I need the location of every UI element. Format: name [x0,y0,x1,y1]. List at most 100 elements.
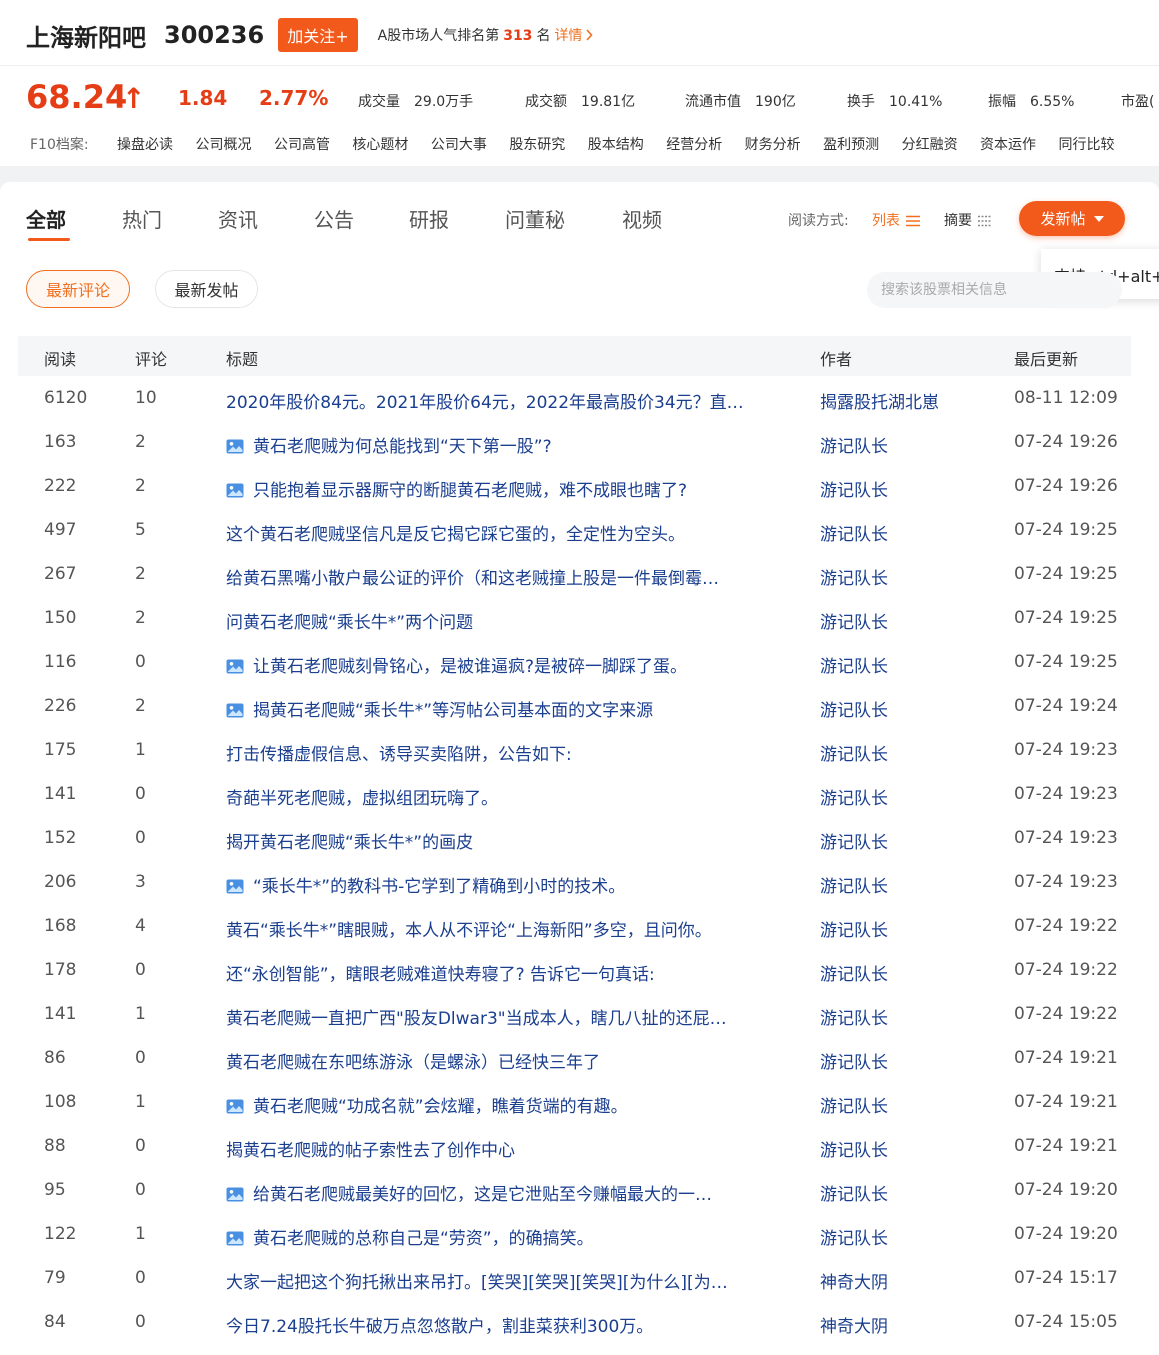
author-link[interactable]: 揭露股托湖北崽 [820,388,939,413]
post-title-link[interactable]: 揭开黄石老爬贼“乘长牛*”的画皮 [226,828,794,853]
post-title-link[interactable]: 还“永创智能”，瞎眼老贼难道快寿寝了? 告诉它一句真话: [226,960,794,985]
read-count: 267 [44,564,77,584]
post-title-link[interactable]: 黄石老爬贼为何总能找到“天下第一股”? [226,432,794,457]
header-divider [0,65,1159,66]
post-title-link[interactable]: 打击传播虚假信息、诱导买卖陷阱，公告如下: [226,740,794,765]
f10-link[interactable]: 公司大事 [431,137,487,153]
post-title-text: “乘长牛*”的教科书-它学到了精确到小时的技术。 [253,877,626,897]
post-title-link[interactable]: 黄石老爬贼的总称自己是“劳资”，的确搞笑。 [226,1224,794,1249]
updated-time: 07-24 19:21 [1014,1092,1118,1112]
f10-link[interactable]: 同行比较 [1058,137,1114,153]
author-link[interactable]: 游记队长 [820,1092,888,1117]
detail-label: 详情 [554,28,583,44]
author-link[interactable]: 游记队长 [820,740,888,765]
author-link[interactable]: 游记队长 [820,1136,888,1161]
author-link[interactable]: 游记队长 [820,828,888,853]
read-count: 152 [44,828,77,848]
post-title-link[interactable]: 奇葩半死老爬贼，虚拟组团玩嗨了。 [226,784,794,809]
image-icon [226,439,244,454]
read-count: 497 [44,520,77,540]
author-link[interactable]: 游记队长 [820,784,888,809]
tab-video[interactable]: 视频 [622,204,662,233]
table-row: 206 3 “乘长牛*”的教科书-它学到了精确到小时的技术。 游记队长 07-24 19… [0,860,1159,904]
f10-link[interactable]: 分红融资 [902,137,958,153]
updated-time: 07-24 19:25 [1014,608,1118,628]
author-link[interactable]: 游记队长 [820,1224,888,1249]
new-post-button[interactable]: 发新帖 [1019,201,1125,236]
bar-name[interactable]: 上海新阳吧 [26,18,146,53]
read-mode-list[interactable]: 列表 [872,210,920,230]
author-link[interactable]: 游记队长 [820,476,888,501]
updated-time: 07-24 19:25 [1014,520,1118,540]
post-title-link[interactable]: 今日7.24股托长牛破万点忽悠散户，割韭菜获利300万。 [226,1312,794,1337]
f10-link[interactable]: 公司概况 [196,137,252,153]
tab-research[interactable]: 研报 [409,204,449,233]
table-row: 175 1 打击传播虚假信息、诱导买卖陷阱，公告如下: 游记队长 07-24 19:23 [0,728,1159,772]
post-title-link[interactable]: 揭黄石老爬贼的帖子索性去了创作中心 [226,1136,794,1161]
read-mode-label: 阅读方式: [788,213,849,229]
post-title-link[interactable]: 给黄石老爬贼最美好的回忆，这是它泄贴至今赚幅最大的一… [226,1180,794,1205]
table-row: 84 0 今日7.24股托长牛破万点忽悠散户，割韭菜获利300万。 神奇大阴 07-24… [0,1300,1159,1344]
table-row: 79 0 大家一起把这个狗托揪出来吊打。[笑哭][笑哭][笑哭][为什么][为… 神奇… [0,1256,1159,1300]
post-title-link[interactable]: 2020年股价84元。2021年股价64元，2022年最高股价34元？直… [226,388,794,413]
post-title-link[interactable]: “乘长牛*”的教科书-它学到了精确到小时的技术。 [226,872,794,897]
author-link[interactable]: 游记队长 [820,564,888,589]
post-title-link[interactable]: 只能抱着显示器厮守的断腿黄石老爬贼，难不成眼也瞎了? [226,476,794,501]
author-link[interactable]: 游记队长 [820,696,888,721]
read-count: 122 [44,1224,77,1244]
author-link[interactable]: 游记队长 [820,916,888,941]
f10-link[interactable]: 操盘必读 [117,137,173,153]
post-title-link[interactable]: 黄石老爬贼在东吧练游泳（是螺泳）已经快三年了 [226,1048,794,1073]
image-icon [226,483,244,498]
author-link[interactable]: 游记队长 [820,1048,888,1073]
tab-news[interactable]: 资讯 [218,204,258,233]
post-title-link[interactable]: 这个黄石老爬贼坚信凡是反它揭它踩它蛋的，全定性为空头。 [226,520,794,545]
f10-link[interactable]: 核心题材 [352,137,408,153]
chevron-right-icon [586,29,594,41]
image-icon [226,659,244,674]
post-title-link[interactable]: 黄石“乘长牛*”瞎眼贼，本人从不评论“上海新阳”多空，且问你。 [226,916,794,941]
author-link[interactable]: 神奇大阴 [820,1268,888,1293]
author-link[interactable]: 游记队长 [820,872,888,897]
read-mode-summary[interactable]: 摘要 [944,210,992,230]
header-author: 作者 [820,350,853,369]
f10-link[interactable]: 经营分析 [666,137,722,153]
follow-button[interactable]: 加关注+ [278,18,358,52]
tab-announcements[interactable]: 公告 [314,204,354,233]
author-link[interactable]: 游记队长 [820,1180,888,1205]
post-title-link[interactable]: 黄石老爬贼“功成名就”会炫耀，瞧着货端的有趣。 [226,1092,794,1117]
author-link[interactable]: 游记队长 [820,652,888,677]
search-input[interactable] [867,272,1122,308]
author-link[interactable]: 神奇大阴 [820,1312,888,1337]
f10-link[interactable]: 财务分析 [745,137,801,153]
post-title-link[interactable]: 揭黄石老爬贼“乘长牛*”等泻帖公司基本面的文字来源 [226,696,794,721]
tab-hot[interactable]: 热门 [122,204,162,233]
author-link[interactable]: 游记队长 [820,960,888,985]
comment-count: 10 [135,388,157,408]
read-count: 141 [44,784,77,804]
f10-link[interactable]: 资本运作 [980,137,1036,153]
f10-link[interactable]: 股本结构 [588,137,644,153]
author-link[interactable]: 游记队长 [820,520,888,545]
comment-count: 3 [135,872,146,892]
author-link[interactable]: 游记队长 [820,432,888,457]
table-row: 178 0 还“永创智能”，瞎眼老贼难道快寿寝了? 告诉它一句真话: 游记队长 07-2… [0,948,1159,992]
post-title-link[interactable]: 黄石老爬贼一直把广西"股友Dlwar3"当成本人，瞎几八扯的还屁… [226,1004,794,1029]
post-title-link[interactable]: 大家一起把这个狗托揪出来吊打。[笑哭][笑哭][笑哭][为什么][为… [226,1268,794,1293]
tab-all[interactable]: 全部 [26,204,66,233]
tab-ask-secretary[interactable]: 问董秘 [505,204,565,233]
filter-latest-post[interactable]: 最新发帖 [155,270,258,308]
filter-latest-comment[interactable]: 最新评论 [26,270,130,308]
post-title-text: 黄石老爬贼在东吧练游泳（是螺泳）已经快三年了 [226,1053,600,1073]
rank-detail-link[interactable]: 详情 [554,25,594,45]
post-title-link[interactable]: 给黄石黑嘴小散户最公证的评价（和这老贼撞上股是一件最倒霉… [226,564,794,589]
f10-link[interactable]: 盈利预测 [823,137,879,153]
post-title-link[interactable]: 问黄石老爬贼“乘长牛*”两个问题 [226,608,794,633]
rank-suffix: 名 [536,28,551,44]
f10-link[interactable]: 股东研究 [509,137,565,153]
table-row: 152 0 揭开黄石老爬贼“乘长牛*”的画皮 游记队长 07-24 19:23 [0,816,1159,860]
post-title-link[interactable]: 让黄石老爬贼刻骨铭心，是被谁逼疯?是被碎一脚踩了蛋。 [226,652,794,677]
author-link[interactable]: 游记队长 [820,1004,888,1029]
author-link[interactable]: 游记队长 [820,608,888,633]
f10-link[interactable]: 公司高管 [274,137,330,153]
